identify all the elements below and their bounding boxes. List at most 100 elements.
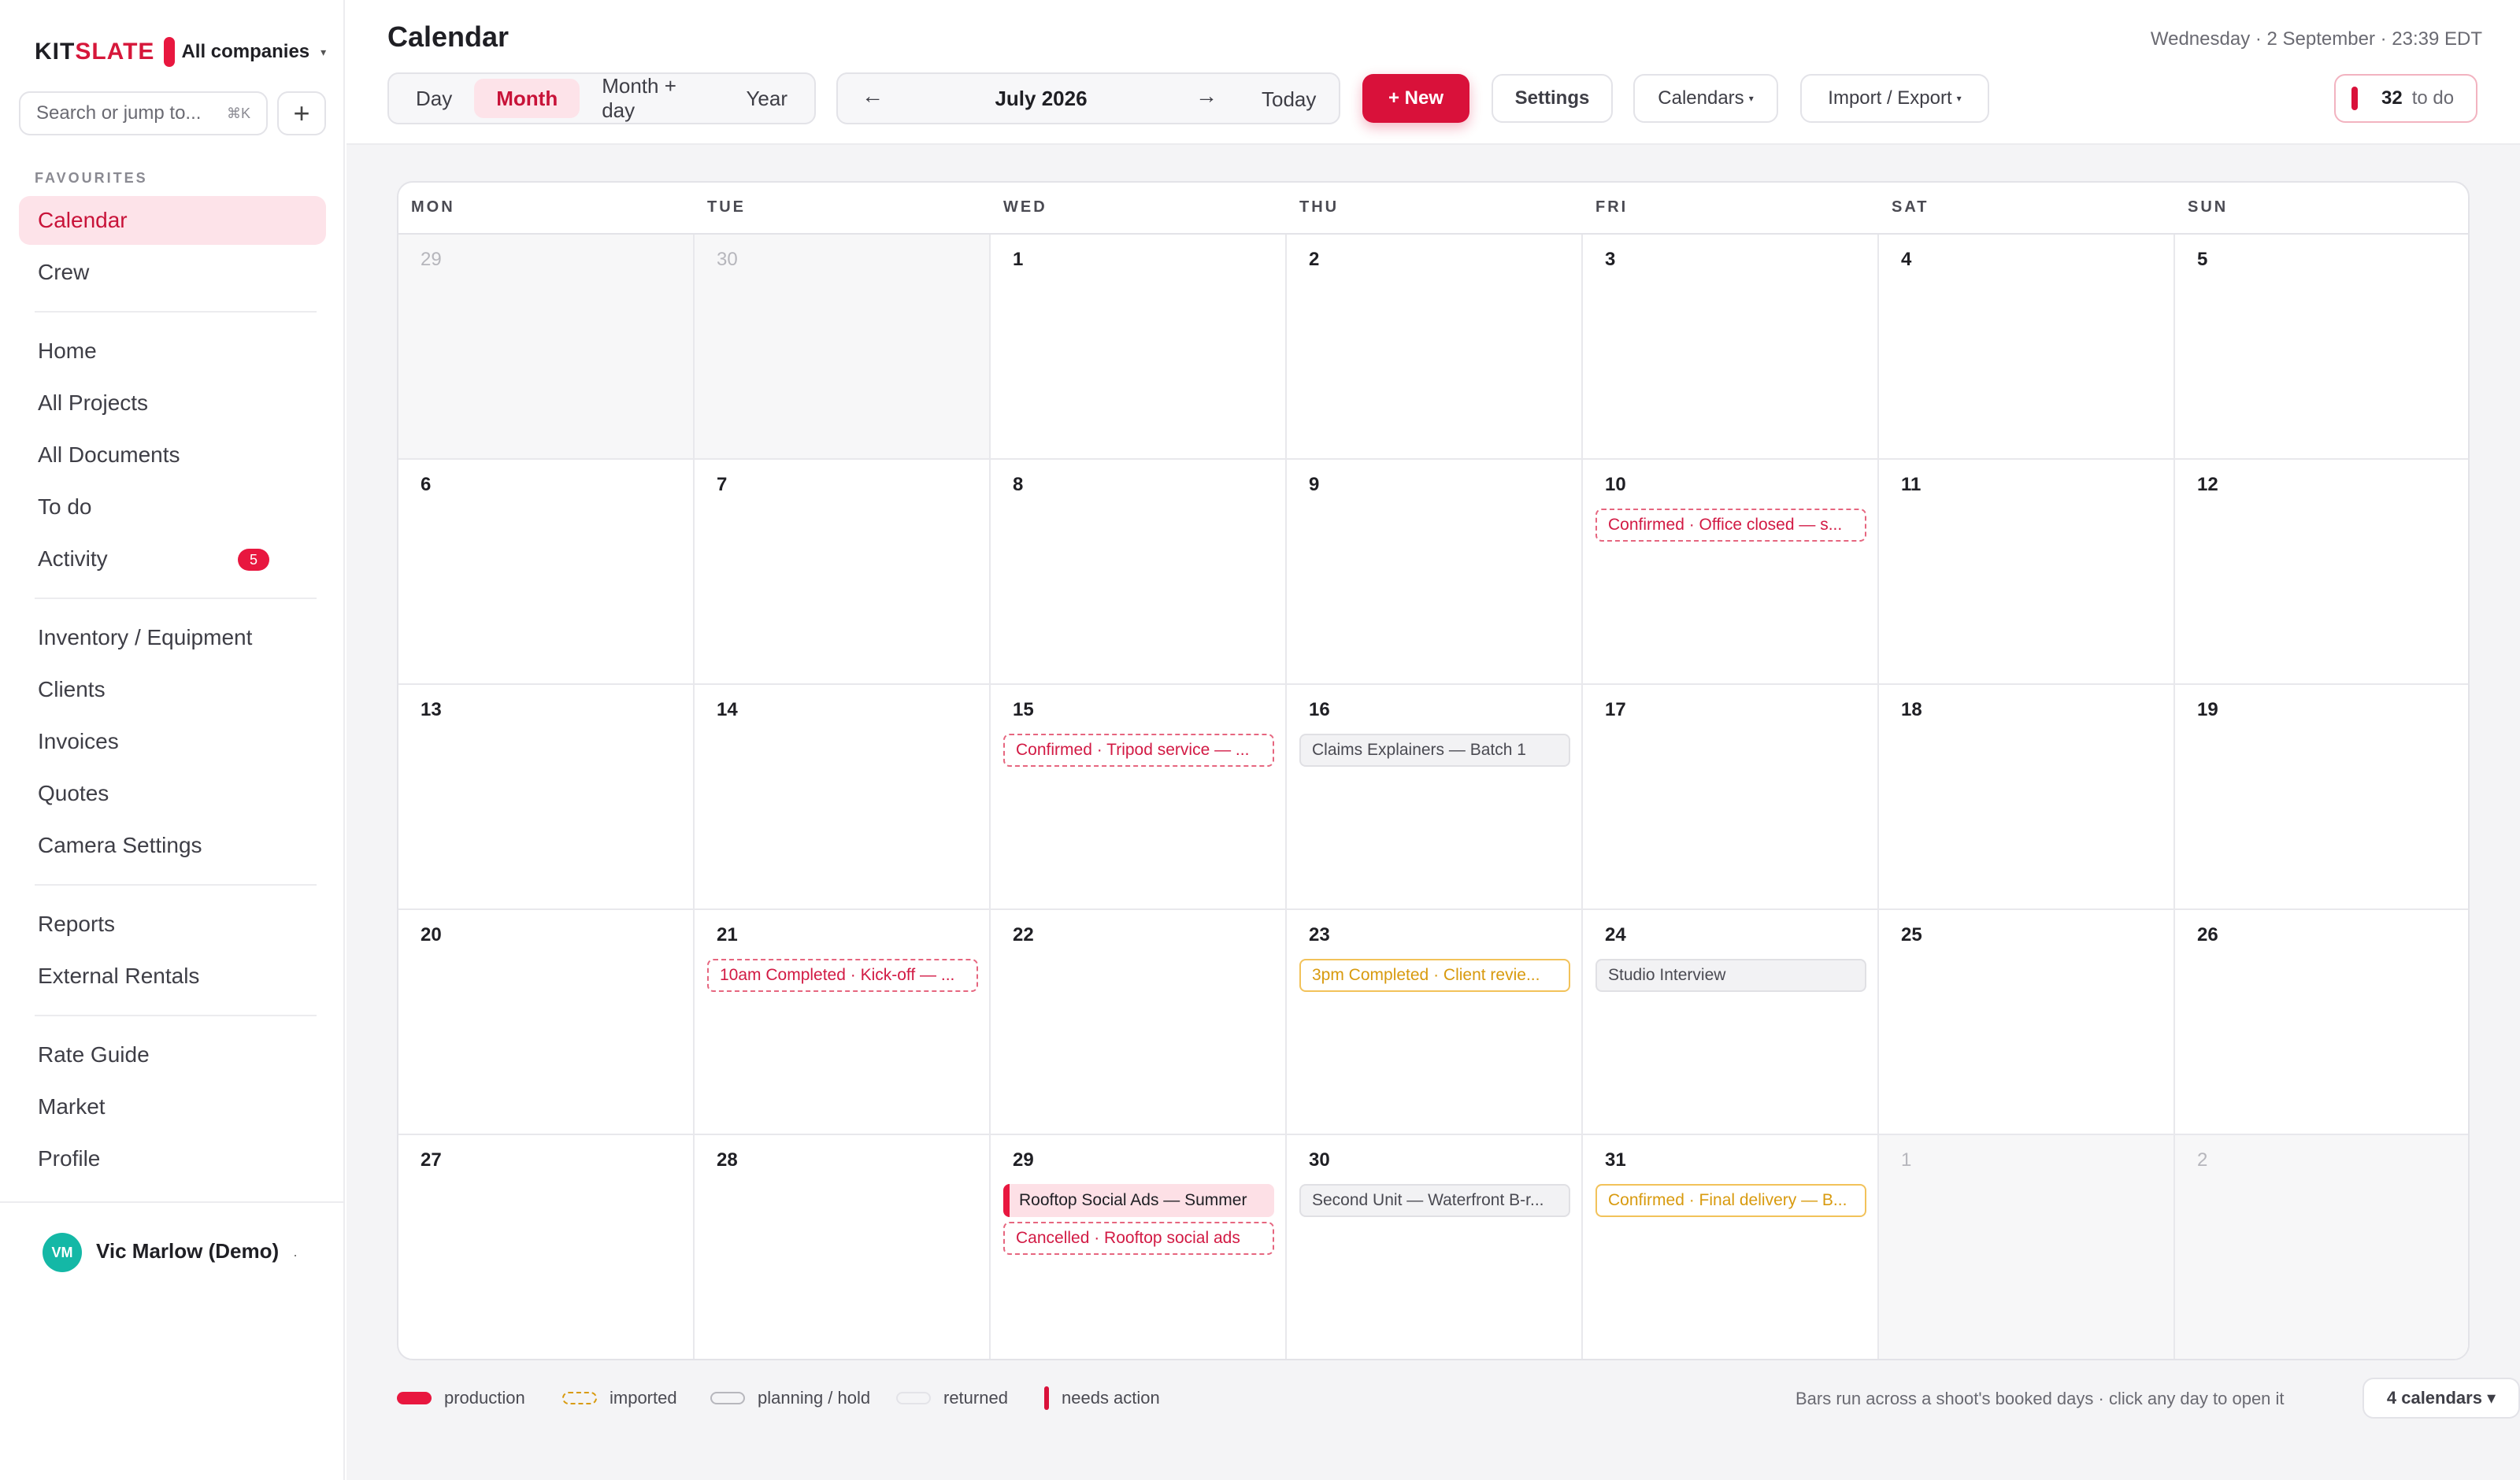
day-cell[interactable]: 20 [398,910,695,1135]
sidebar-item-label: Reports [38,912,116,936]
company-switcher-label[interactable]: All companies [181,41,309,63]
day-cell[interactable]: 26 [2175,910,2468,1135]
sidebar-item-all-documents[interactable]: All Documents [19,431,326,479]
sidebar-item-activity[interactable]: Activity 5 [19,535,326,583]
event-title: Rooftop Social Ads — Summer [1019,1191,1247,1209]
new-button[interactable]: + New [1362,74,1469,123]
sidebar-item-to-do[interactable]: To do [19,483,326,531]
day-cell[interactable]: 6 [398,460,695,685]
user-name[interactable]: Vic Marlow (Demo) [96,1239,279,1264]
sidebar-item-invoices[interactable]: Invoices [19,717,326,766]
day-cell[interactable]: 22 [991,910,1287,1135]
day-cell[interactable]: 11 [1879,460,2175,685]
today-button[interactable]: Today [1262,87,1316,112]
calendar-event[interactable]: 10am Completed · Kick-off — ... [707,959,978,992]
sidebar-item-external-rentals[interactable]: External Rentals [19,952,326,1001]
day-cell[interactable]: 1 [991,235,1287,460]
sidebar-item-calendar[interactable]: Calendar [19,196,326,245]
day-cell[interactable]: 25 [1879,910,2175,1135]
view-year-button[interactable]: Year [724,79,810,118]
day-cell[interactable]: 3 [1583,235,1879,460]
calendar-event[interactable]: Second Unit — Waterfront B-r... [1299,1184,1570,1217]
day-cell[interactable]: 23 3pm Completed · Client revie... [1287,910,1583,1135]
day-number: 25 [1901,924,1922,945]
arrow-right-icon[interactable]: → [1195,83,1217,109]
sidebar-item-all-projects[interactable]: All Projects [19,379,326,427]
day-number: 13 [421,699,442,720]
day-number: 22 [1013,924,1034,945]
todo-count: 32 [2381,87,2403,109]
avatar[interactable]: VM [43,1233,82,1272]
day-cell[interactable]: 12 [2175,460,2468,685]
main-area: Calendar Wednesday · 2 September · 23:39… [346,0,2520,1480]
page-title: Calendar [387,20,510,53]
weekday-label: THU [1299,198,1340,216]
day-cell[interactable]: 17 [1583,685,1879,910]
settings-button[interactable]: Settings [1492,74,1613,123]
day-cell[interactable]: 18 [1879,685,2175,910]
day-cell[interactable]: 19 [2175,685,2468,910]
day-cell[interactable]: 31 Confirmed · Final delivery — B... [1583,1135,1879,1359]
day-cell[interactable]: 29 [398,235,695,460]
day-cell[interactable]: 10 Confirmed · Office closed — s... [1583,460,1879,685]
day-cell[interactable]: 30 Second Unit — Waterfront B-r... [1287,1135,1583,1359]
day-cell[interactable]: 1 [1879,1135,2175,1359]
brand[interactable]: KITSLATE All companies ▾ [35,35,326,69]
search-placeholder: Search or jump to... [36,102,202,124]
day-cell[interactable]: 9 [1287,460,1583,685]
company-color-pill [164,37,176,67]
day-cell[interactable]: 2 [1287,235,1583,460]
sidebar-item-camera-settings[interactable]: Camera Settings [19,821,326,870]
day-cell[interactable]: 28 [695,1135,991,1359]
search-input[interactable]: Search or jump to... ⌘K [19,91,268,135]
sidebar-item-rate-guide[interactable]: Rate Guide [19,1030,326,1079]
event-title: Claims Explainers — Batch 1 [1312,741,1526,759]
add-button[interactable]: + [277,91,326,135]
sidebar-item-profile[interactable]: Profile [19,1134,326,1183]
sidebar-item-home[interactable]: Home [19,327,326,376]
user-menu-icon[interactable]: · [293,1247,298,1264]
day-cell[interactable]: 2 [2175,1135,2468,1359]
calendar-event[interactable]: Confirmed · Final delivery — B... [1595,1184,1866,1217]
sidebar-divider [35,1015,317,1016]
day-cell[interactable]: 16 Claims Explainers — Batch 1 [1287,685,1583,910]
day-cell[interactable]: 8 [991,460,1287,685]
day-cell[interactable]: 24 Studio Interview [1583,910,1879,1135]
current-datetime: Wednesday · 2 September · 23:39 EDT [2150,28,2482,50]
sidebar-item-label: Quotes [38,781,109,805]
sidebar-item-inventory[interactable]: Inventory / Equipment [19,613,326,662]
day-cell[interactable]: 21 10am Completed · Kick-off — ... [695,910,991,1135]
chevron-down-icon[interactable]: ▾ [321,46,326,59]
day-cell[interactable]: 27 [398,1135,695,1359]
sidebar-item-label: Camera Settings [38,833,202,857]
sidebar-item-quotes[interactable]: Quotes [19,769,326,818]
day-cell[interactable]: 4 [1879,235,2175,460]
calendar-event[interactable]: 3pm Completed · Client revie... [1299,959,1570,992]
calendar-event[interactable]: Rooftop Social Ads — Summer [1003,1184,1274,1217]
day-cell[interactable]: 14 [695,685,991,910]
day-cell[interactable]: 7 [695,460,991,685]
sidebar-item-crew[interactable]: Crew [19,248,326,297]
view-month-button[interactable]: Month [474,79,580,118]
day-cell[interactable]: 29 Rooftop Social Ads — Summer Cancelled ·… [991,1135,1287,1359]
calendar-event[interactable]: Claims Explainers — Batch 1 [1299,734,1570,767]
day-cell[interactable]: 13 [398,685,695,910]
calendar-event[interactable]: Cancelled · Rooftop social ads [1003,1222,1274,1255]
calendar-event[interactable]: Confirmed · Office closed — s... [1595,509,1866,542]
calendar-event[interactable]: Confirmed · Tripod service — ... [1003,734,1274,767]
view-day-button[interactable]: Day [394,79,474,118]
sidebar-item-reports[interactable]: Reports [19,900,326,949]
day-cell[interactable]: 5 [2175,235,2468,460]
legend-label: planning / hold [758,1388,871,1408]
todo-button[interactable]: 32 to do [2334,74,2477,123]
sidebar-item-market[interactable]: Market [19,1082,326,1131]
view-month-day-button[interactable]: Month + day [580,74,724,122]
calendars-count-dropdown[interactable]: 4 calendars ▾ [2362,1378,2520,1419]
calendar-event[interactable]: Studio Interview [1595,959,1866,992]
sidebar-item-clients[interactable]: Clients [19,665,326,714]
calendars-dropdown[interactable]: Calendars ▾ [1633,74,1778,123]
event-title: 3pm Completed · Client revie... [1312,966,1540,984]
day-cell[interactable]: 30 [695,235,991,460]
day-cell[interactable]: 15 Confirmed · Tripod service — ... [991,685,1287,910]
import-export-dropdown[interactable]: Import / Export ▾ [1800,74,1989,123]
